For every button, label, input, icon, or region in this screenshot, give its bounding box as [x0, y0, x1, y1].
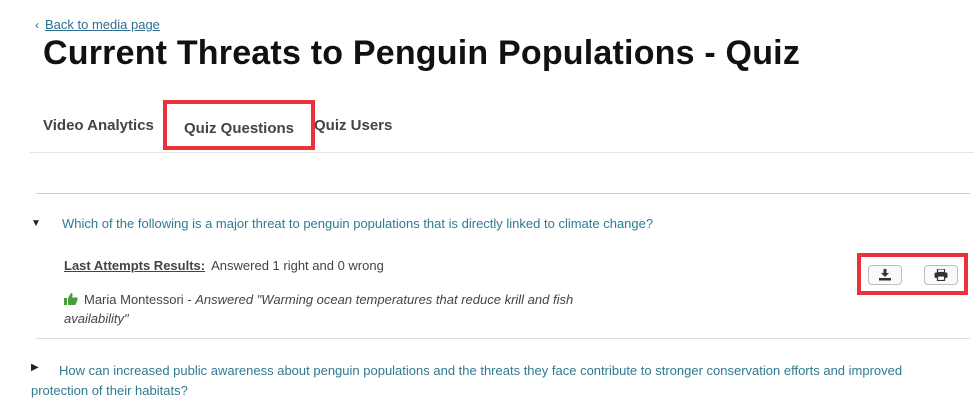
- print-button[interactable]: [924, 265, 958, 285]
- question-1-title[interactable]: Which of the following is a major threat…: [62, 216, 653, 231]
- chevron-left-icon: ‹: [35, 17, 39, 32]
- divider: [36, 338, 970, 339]
- export-buttons: [857, 253, 968, 295]
- answer-separator: -: [183, 292, 196, 307]
- tab-quiz-questions[interactable]: Quiz Questions: [163, 100, 316, 150]
- download-icon: [879, 269, 891, 281]
- download-button[interactable]: [868, 265, 902, 285]
- back-to-media-link[interactable]: ‹ Back to media page: [35, 17, 160, 32]
- question-2-title[interactable]: How can increased public awareness about…: [31, 361, 961, 401]
- divider: [36, 193, 970, 194]
- caret-down-icon[interactable]: ▼: [31, 218, 41, 229]
- last-attempt-results: Last Attempts Results: Answered 1 right a…: [64, 258, 384, 273]
- thumbs-up-icon: [64, 293, 78, 305]
- tab-video-analytics[interactable]: Video Analytics: [43, 104, 154, 148]
- tab-bar: Video Analytics Quiz Questions Quiz User…: [30, 100, 974, 153]
- print-icon: [934, 269, 948, 281]
- results-label: Last Attempts Results:: [64, 258, 206, 273]
- back-link-label[interactable]: Back to media page: [45, 17, 160, 32]
- tab-quiz-users[interactable]: Quiz Users: [314, 104, 392, 148]
- user-answer: Maria Montessori - Answered "Warming oce…: [64, 290, 624, 328]
- page-title: Current Threats to Penguin Populations -…: [43, 34, 801, 72]
- results-value: Answered 1 right and 0 wrong: [211, 258, 384, 273]
- user-name: Maria Montessori: [84, 292, 184, 307]
